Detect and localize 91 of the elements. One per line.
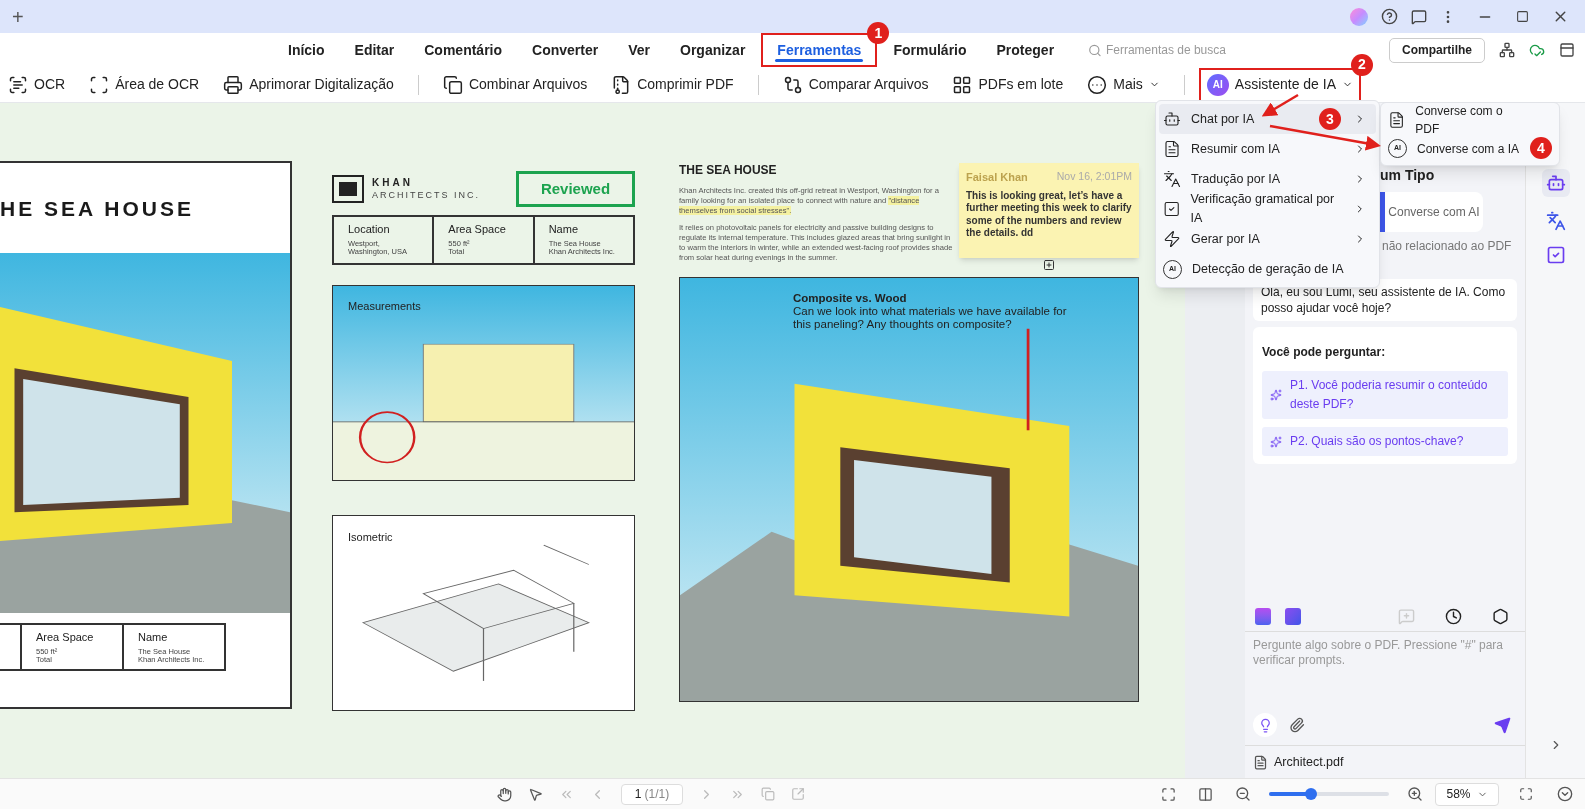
help-icon[interactable] — [1381, 8, 1398, 25]
panel-icon[interactable] — [1559, 42, 1575, 58]
mode-note: não relacionado ao PDF — [1382, 238, 1512, 255]
panel-title: um Tipo — [1380, 166, 1435, 185]
sparkle-icon — [1270, 435, 1282, 448]
maximize-icon[interactable] — [1516, 10, 1529, 23]
share-button[interactable]: Compartilhe — [1389, 37, 1485, 63]
compare-icon — [782, 74, 803, 95]
new-tab-button[interactable]: + — [8, 1, 28, 32]
menu-tab[interactable]: Editar — [340, 33, 409, 67]
add-icon[interactable] — [1043, 259, 1055, 271]
mode-button[interactable]: Converse com AI — [1385, 192, 1483, 232]
assistant-icon[interactable] — [1541, 169, 1570, 197]
logo-icon — [332, 175, 364, 203]
toolbar-button[interactable]: Aprimorar Digitalização — [223, 67, 394, 102]
attach-icon[interactable] — [1289, 717, 1305, 733]
panel-caption: Measurements — [348, 299, 421, 314]
toolbar-button[interactable]: Comprimir PDF — [611, 67, 734, 102]
scan-text-icon — [8, 74, 28, 95]
grid-icon — [952, 74, 973, 95]
document-icon — [1163, 140, 1181, 158]
menu-tab[interactable]: Converter — [518, 33, 613, 67]
note-author: Faisal Khan — [966, 170, 1028, 185]
menu-item[interactable]: Tradução por IA — [1159, 164, 1376, 194]
file-icon — [1253, 754, 1268, 770]
toolbar-button[interactable]: Área de OCR — [89, 67, 200, 102]
zoom-in-icon[interactable] — [1407, 786, 1423, 802]
note-text: This is looking great, let’s have a further meeting this week to clarify some of the numbers and review the details. dd — [966, 189, 1132, 240]
menu-tab[interactable]: Organizar — [666, 33, 760, 67]
note-time: Nov 16, 2:01PM — [1056, 169, 1132, 185]
history-icon[interactable] — [1445, 608, 1462, 625]
scan-frame-icon — [89, 74, 110, 95]
menu-item[interactable]: Gerar por IA — [1159, 224, 1376, 254]
zoom-thumb[interactable] — [1305, 788, 1317, 800]
zoom-select[interactable]: 58% — [1435, 782, 1499, 806]
feedback-icon[interactable] — [1411, 8, 1427, 25]
checklist-icon[interactable] — [1545, 245, 1566, 265]
toolbar-button[interactable]: Comparar Arquivos — [782, 67, 929, 102]
select-tool-icon[interactable] — [528, 786, 543, 802]
settings-icon[interactable] — [1492, 608, 1509, 625]
page-title: HE SEA HOUSE — [0, 196, 195, 222]
menu-item[interactable]: Verificação gramatical por IA — [1159, 194, 1376, 224]
sparkle-icon — [1270, 389, 1282, 401]
submenu-item[interactable]: Converse com o PDF — [1384, 105, 1529, 134]
fullscreen-icon[interactable] — [1519, 787, 1533, 801]
suggestions-title: Você pode perguntar: — [1262, 344, 1387, 361]
toolbar-button[interactable]: PDFs em lote — [952, 67, 1064, 102]
fit-page-icon[interactable] — [1161, 786, 1176, 802]
message-field[interactable]: Pergunte algo sobre o PDF. Pressione "#" para verificar prompts. — [1253, 638, 1517, 698]
hand-tool-icon[interactable] — [497, 786, 512, 802]
menu-tab[interactable]: Início — [274, 33, 339, 67]
search-icon — [1088, 42, 1102, 58]
callout-number: 4 — [1530, 137, 1552, 159]
cloud-icon[interactable] — [1529, 42, 1545, 58]
collapse-icon[interactable] — [1557, 786, 1573, 802]
page-field[interactable]: 1 (1/1) — [621, 783, 683, 805]
document-icon — [1388, 110, 1406, 129]
logo-subtitle: ARCHITECTS INC. — [372, 189, 480, 201]
callout-number: 2 — [1351, 53, 1373, 76]
network-icon[interactable] — [1499, 42, 1515, 58]
zoom-out-icon[interactable] — [1235, 786, 1251, 802]
toolbar-button[interactable]: OCR — [8, 67, 66, 102]
translate-icon — [1163, 170, 1181, 188]
printer-icon — [223, 74, 244, 95]
panel-caption: Isometric — [348, 530, 393, 545]
bulb-icon[interactable] — [1253, 713, 1277, 737]
logo-name: KHAN — [372, 177, 414, 189]
checkbox-icon — [1163, 200, 1181, 218]
article-heading: THE SEA HOUSE — [679, 162, 778, 179]
file-name: Architect.pdf — [1274, 753, 1344, 771]
page-layout-icon[interactable] — [1198, 786, 1213, 802]
ai-logo: AI — [1206, 73, 1229, 96]
toolbar-button[interactable]: Mais — [1087, 67, 1160, 102]
suggestion-button[interactable]: P1. Você poderia resumir o conteúdo deste PDF? — [1262, 371, 1508, 419]
lightning-icon — [1163, 230, 1181, 248]
reviewed-stamp: Reviewed — [516, 171, 635, 207]
bot-icon — [1163, 110, 1181, 128]
suggestion-button[interactable]: P2. Quais são os pontos-chave? — [1262, 427, 1508, 456]
menu-tab[interactable]: Ver — [614, 33, 664, 67]
callout-number: 1 — [867, 22, 890, 44]
menu-item[interactable]: Resumir com IA — [1159, 134, 1376, 164]
copy-icon — [442, 74, 463, 95]
callout-arrow — [1261, 93, 1299, 117]
menu-tab[interactable]: Proteger — [982, 33, 1069, 67]
ellipsis-icon — [1087, 74, 1108, 95]
search-field[interactable]: Ferramentas de busca — [1105, 41, 1309, 59]
picture-comment: Composite vs. Wood Can we look into what materials we have available for this paneling? Any thoughts on composite? — [793, 292, 1068, 331]
translate-icon[interactable] — [1545, 211, 1566, 231]
toolbar-button[interactable]: Combinar Arquivos — [442, 67, 588, 102]
menu-tab[interactable]: Comentário — [410, 33, 517, 67]
send-icon[interactable] — [1494, 716, 1511, 734]
